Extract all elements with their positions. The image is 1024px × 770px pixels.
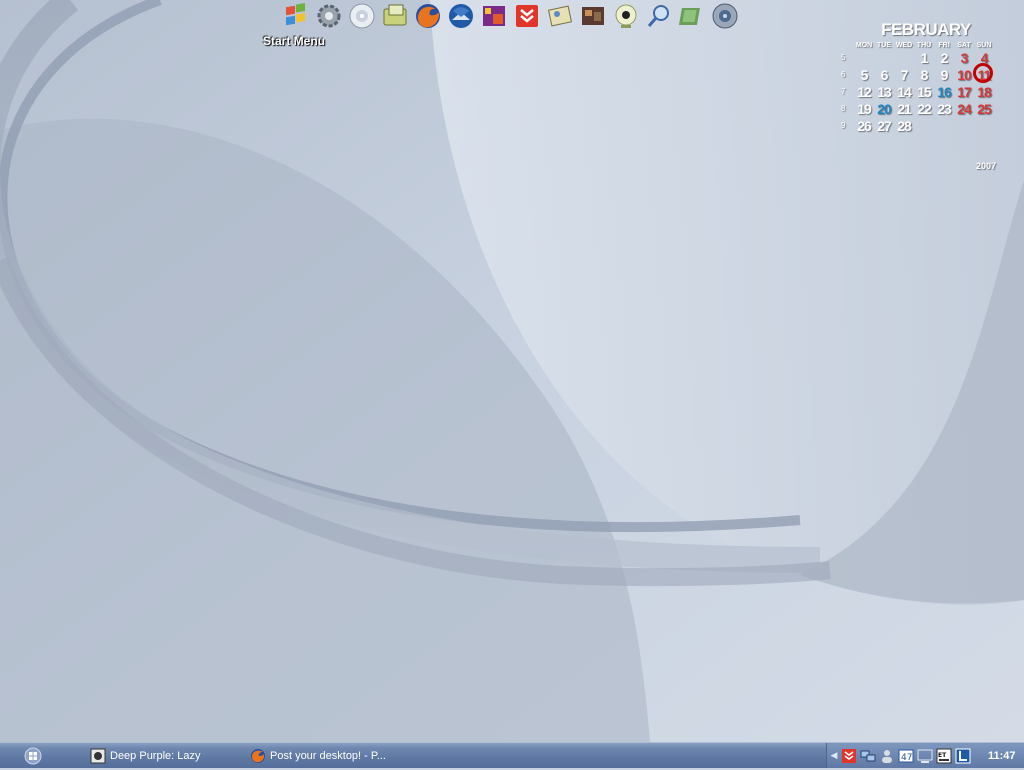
calendar-day: 5 [860, 66, 869, 83]
user-icon[interactable] [879, 748, 895, 764]
calendar-weekday: FRI [938, 42, 950, 49]
calendar-week-number: 7 [841, 87, 846, 96]
calendar-week-number: 5 [841, 53, 846, 62]
calendar-day: 7 [900, 66, 909, 83]
icon-dock [280, 0, 741, 34]
speaker-icon[interactable] [709, 0, 741, 32]
photo-gallery-icon[interactable] [577, 0, 609, 32]
calendar-week-row: 6 5 6 7 8 9 10 11 [836, 62, 1006, 83]
start-menu-icon[interactable] [280, 0, 312, 32]
display-icon[interactable] [917, 748, 933, 764]
calendar-day: 19 [857, 100, 872, 117]
clock[interactable]: 11:47 [988, 750, 1016, 762]
calendar-day: 2 [940, 49, 949, 66]
webcam-icon[interactable] [610, 0, 642, 32]
calendar-grid: 5 1 2 3 4 6 5 6 7 8 9 10 11 7 12 13 14 15 16 17 18 8 19 20 21 22 2… [836, 49, 1006, 134]
calendar-weekday: SAT [957, 42, 971, 49]
taskbar-button-label: Post your desktop! - P... [270, 749, 386, 762]
calendar-month: FEBRUARY [881, 20, 971, 39]
cd-drive-icon[interactable] [346, 0, 378, 32]
calendar-day: 3 [960, 49, 969, 66]
keyboard-icon[interactable]: 47 [898, 748, 914, 764]
calendar-day: 14 [897, 83, 912, 100]
calendar-weekday: WED [895, 42, 913, 49]
taskbar: Deep Purple: Lazy Post your desktop! - P… [0, 742, 1024, 768]
tray-expand-icon[interactable]: ◀ [827, 750, 841, 761]
folder-icon[interactable] [379, 0, 411, 32]
calendar-day: 22 [917, 100, 932, 117]
calendar-week-number: 8 [841, 104, 846, 113]
calendar-day: 20 [877, 100, 892, 117]
calendar-today: 11 [973, 62, 994, 83]
thunderbird-icon[interactable] [445, 0, 477, 32]
taskbar-button-firefox[interactable]: Post your desktop! - P... [250, 745, 410, 766]
firefox-icon [251, 748, 265, 763]
taskbar-button-label: Deep Purple: Lazy [110, 749, 201, 762]
calendar-day: 6 [880, 66, 889, 83]
svg-text:47: 47 [901, 753, 912, 763]
calendar-day: 27 [877, 117, 892, 134]
notebook-icon[interactable] [676, 0, 708, 32]
svg-text:ET: ET [938, 752, 947, 759]
calendar-day: 8 [920, 66, 929, 83]
download-manager-icon[interactable] [511, 0, 543, 32]
calendar-day: 21 [897, 100, 912, 117]
calendar-day: 18 [977, 83, 992, 100]
start-button[interactable] [24, 747, 42, 765]
calendar-day: 25 [977, 100, 992, 117]
calendar-day: 26 [857, 117, 872, 134]
calendar-day: 23 [937, 100, 952, 117]
image-viewer-icon[interactable] [544, 0, 576, 32]
dock-label: Start Menu [263, 34, 326, 48]
calendar-weekday: THU [916, 42, 932, 49]
calendar-day: 9 [940, 66, 949, 83]
calendar-week-row: 8 19 20 21 22 23 24 25 [836, 100, 1006, 117]
calendar-widget: FEBRUARY MON TUE WED THU FRI SAT SUN 512346567… [836, 20, 1006, 134]
calendar-day: 15 [917, 83, 932, 100]
calendar-day: 24 [957, 100, 972, 117]
media-player-icon[interactable] [478, 0, 510, 32]
calendar-week-number: 9 [841, 121, 846, 130]
device-icon[interactable]: ET [936, 748, 952, 764]
calendar-day: 17 [957, 83, 972, 100]
calendar-day: 10 [957, 66, 972, 83]
app-icon[interactable] [955, 748, 971, 764]
calendar-week-row: 9 26 27 28 [836, 117, 1006, 134]
download-manager-icon[interactable] [841, 748, 857, 764]
calendar-day: 12 [857, 83, 872, 100]
calendar-day: 16 [937, 83, 952, 100]
calendar-weekday: MON [855, 42, 873, 49]
taskbar-button-music[interactable]: Deep Purple: Lazy [90, 745, 240, 766]
calendar-year: 2007 [976, 161, 997, 171]
calendar-day: 28 [897, 117, 912, 134]
calendar-weekday: TUE [877, 42, 891, 49]
settings-gear-icon[interactable] [313, 0, 345, 32]
calendar-day: 1 [920, 49, 929, 66]
calendar-week-number: 6 [841, 70, 846, 79]
calendar-week-row: 7 12 13 14 15 16 17 18 [836, 83, 1006, 100]
firefox-icon[interactable] [412, 0, 444, 32]
network-icon[interactable] [860, 748, 876, 764]
calendar-weekdays: MON TUE WED THU FRI SAT SUN [854, 42, 1006, 49]
calendar-day: 13 [877, 83, 892, 100]
system-tray: ◀ 47 ET 11:47 [826, 743, 1024, 768]
music-player-icon [90, 748, 106, 763]
search-icon[interactable] [643, 0, 675, 32]
calendar-weekday: SUN [976, 42, 992, 49]
